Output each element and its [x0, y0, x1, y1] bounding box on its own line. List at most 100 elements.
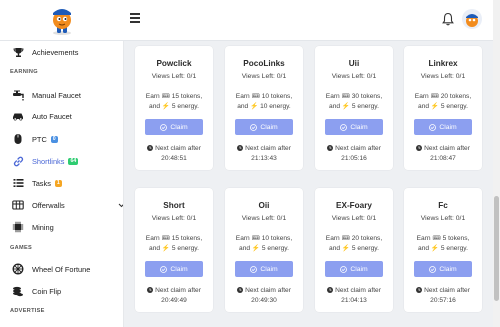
claim-label: Claim	[439, 123, 457, 131]
next-claim: Next claim after 20:57:16	[408, 286, 478, 305]
reward-text: Earn 🎟 10 tokens, and ⚡ 10 energy.	[229, 92, 299, 111]
sidebar-item-ptc[interactable]: PTC 0	[12, 132, 58, 146]
claim-button[interactable]: Claim	[414, 119, 472, 135]
reward-tokens: Earn 🎟 20 tokens,	[414, 93, 472, 100]
card-title: Fc	[438, 201, 448, 210]
sidebar-item-label: Wheel Of Fortune	[32, 264, 91, 274]
card-title: Linkrex	[428, 59, 458, 68]
next-claim: Next claim after 20:49:49	[139, 286, 209, 305]
claim-button[interactable]: Claim	[235, 261, 293, 277]
card-title: EX-Foary	[336, 201, 372, 210]
claim-button[interactable]: Claim	[325, 261, 383, 277]
reward-text: Earn 🎟 5 tokens, and ⚡ 5 energy.	[408, 234, 478, 253]
next-claim-label: Next claim after	[245, 287, 291, 294]
reward-tokens: Earn 🎟 15 tokens,	[145, 93, 203, 100]
claim-button[interactable]: Claim	[235, 119, 293, 135]
clock-icon	[416, 287, 423, 296]
claim-label: Claim	[260, 123, 278, 131]
chevron-down-icon[interactable]	[118, 203, 124, 208]
claim-button[interactable]: Claim	[414, 261, 472, 277]
card-title: Short	[163, 201, 185, 210]
sidebar-item-wheel-of-fortune[interactable]: Wheel Of Fortune	[12, 262, 90, 276]
sidebar-item-label: Manual Faucet	[32, 90, 81, 100]
clock-icon	[327, 287, 334, 296]
next-claim: Next claim after 20:48:51	[139, 144, 209, 163]
claim-button[interactable]: Claim	[145, 261, 203, 277]
shortlink-card: Linkrex Views Left: 0/1 Earn 🎟 20 tokens, a…	[404, 46, 482, 170]
sidebar-item-manual-faucet[interactable]: Manual Faucet	[12, 88, 81, 102]
section-games: GAMES	[10, 245, 33, 251]
next-claim: Next claim after 21:08:47	[408, 144, 478, 163]
bell-icon[interactable]	[442, 12, 454, 26]
next-claim-time: 20:49:49	[161, 297, 187, 304]
views-left: Views Left: 0/1	[331, 215, 377, 222]
views-left: Views Left: 0/1	[420, 215, 466, 222]
claim-label: Claim	[350, 265, 368, 273]
faucet-icon	[12, 89, 24, 101]
next-claim: Next claim after 21:04:13	[319, 286, 389, 305]
next-claim-time: 21:05:16	[341, 155, 367, 162]
sidebar-item-label: Shortlinks	[32, 156, 65, 166]
claim-button[interactable]: Claim	[325, 119, 383, 135]
section-earning: EARNING	[10, 69, 38, 75]
sidebar-item-auto-faucet[interactable]: Auto Faucet	[12, 109, 72, 123]
reward-energy: and ⚡ 5 energy.	[149, 102, 199, 110]
reward-tokens: Earn 🎟 5 tokens,	[416, 235, 470, 242]
reward-energy: and ⚡ 5 energy.	[329, 244, 379, 252]
check-circle-icon	[429, 265, 437, 273]
next-claim: Next claim after 21:05:16	[319, 144, 389, 163]
avatar[interactable]	[462, 9, 482, 29]
claim-label: Claim	[439, 265, 457, 273]
next-claim-time: 21:13:43	[251, 155, 277, 162]
sidebar-item-label: Auto Faucet	[32, 111, 72, 121]
sidebar-item-label: Achievements	[32, 47, 79, 57]
sidebar-item-shortlinks[interactable]: Shortlinks 64	[12, 154, 79, 168]
scrollbar-thumb[interactable]	[494, 196, 499, 301]
next-claim-label: Next claim after	[155, 145, 201, 152]
next-claim-time: 20:57:16	[430, 297, 456, 304]
check-circle-icon	[160, 123, 168, 131]
next-claim-time: 20:49:30	[251, 297, 277, 304]
check-circle-icon	[250, 123, 258, 131]
reward-text: Earn 🎟 20 tokens, and ⚡ 5 energy.	[319, 234, 389, 253]
shortlink-card: Uii Views Left: 0/1 Earn 🎟 30 tokens, and ⚡…	[315, 46, 393, 170]
views-left: Views Left: 0/1	[151, 73, 197, 80]
tasks-count-badge: 1	[54, 179, 62, 187]
clock-icon	[147, 287, 154, 296]
menu-toggle-icon[interactable]	[130, 13, 140, 23]
sidebar-item-label: PTC	[32, 134, 47, 144]
next-claim: Next claim after 21:13:43	[229, 144, 299, 163]
sidebar-item-achievements[interactable]: Achievements	[12, 45, 78, 59]
sidebar-item-label: Coin Flip	[32, 286, 62, 296]
clock-icon	[327, 145, 334, 154]
check-circle-icon	[340, 265, 348, 273]
next-claim: Next claim after 20:49:30	[229, 286, 299, 305]
reward-text: Earn 🎟 10 tokens, and ⚡ 5 energy.	[229, 234, 299, 253]
mascot-logo[interactable]	[48, 5, 76, 36]
check-circle-icon	[250, 265, 258, 273]
reward-energy: and ⚡ 5 energy.	[418, 244, 468, 252]
claim-label: Claim	[260, 265, 278, 273]
reward-energy: and ⚡ 5 energy.	[418, 102, 468, 110]
reward-tokens: Earn 🎟 10 tokens,	[235, 235, 293, 242]
claim-button[interactable]: Claim	[145, 119, 203, 135]
reward-text: Earn 🎟 30 tokens, and ⚡ 5 energy.	[319, 92, 389, 111]
card-title: Oii	[258, 201, 270, 210]
sidebar-item-tasks[interactable]: Tasks 1	[12, 176, 62, 190]
offerwall-icon	[12, 199, 24, 211]
views-left: Views Left: 0/1	[420, 73, 466, 80]
shortlink-card: EX-Foary Views Left: 0/1 Earn 🎟 20 tokens,…	[315, 188, 393, 312]
next-claim-label: Next claim after	[424, 287, 470, 294]
sidebar-item-mining[interactable]: Mining	[12, 220, 54, 234]
check-circle-icon	[160, 265, 168, 273]
coins-icon	[12, 285, 24, 297]
sidebar-item-coin-flip[interactable]: Coin Flip	[12, 284, 61, 298]
sidebar-item-label: Offerwalls	[32, 200, 65, 210]
sidebar-item-offerwalls[interactable]: Offerwalls	[12, 198, 124, 212]
reward-tokens: Earn 🎟 30 tokens,	[325, 93, 383, 100]
shortlink-card: PocoLinks Views Left: 0/1 Earn 🎟 10 tokens…	[225, 46, 303, 170]
clock-icon	[237, 145, 244, 154]
card-title: Powclick	[156, 59, 192, 68]
claim-label: Claim	[170, 265, 188, 273]
sidebar-item-label: Mining	[32, 222, 54, 232]
